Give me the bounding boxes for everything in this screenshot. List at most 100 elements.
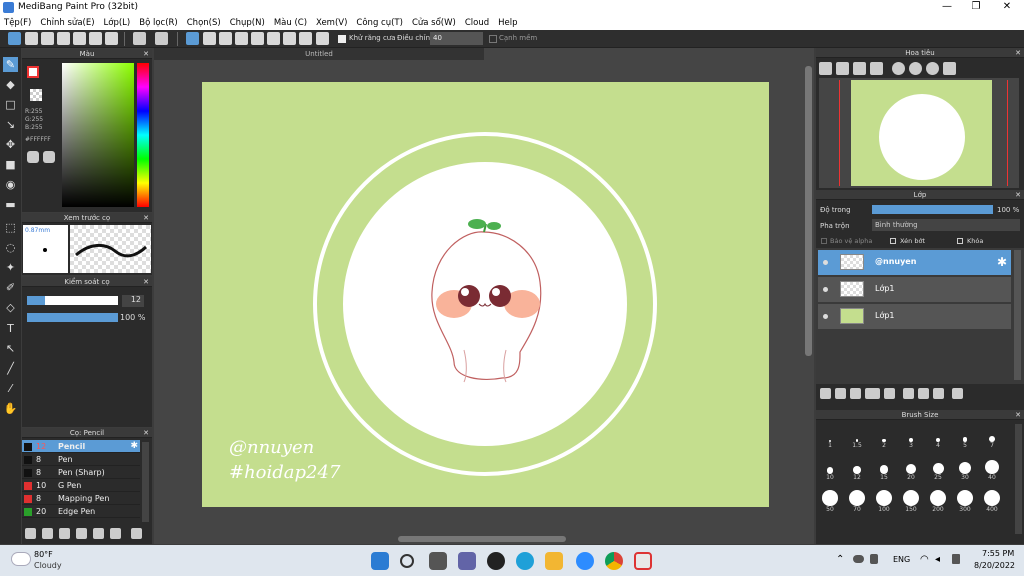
close-button[interactable]: ✕ bbox=[992, 1, 1022, 15]
gear-icon[interactable]: ✱ bbox=[997, 255, 1007, 269]
brush-list-item[interactable]: 8 Pen (Sharp) bbox=[22, 466, 140, 479]
antialias-checkbox[interactable] bbox=[338, 35, 346, 43]
power-icon[interactable] bbox=[952, 554, 960, 564]
medibang-icon[interactable] bbox=[634, 552, 652, 570]
brush-size-option[interactable]: 20 bbox=[898, 456, 924, 481]
brush-size-slider[interactable] bbox=[27, 296, 118, 305]
close-icon[interactable]: ✕ bbox=[1015, 410, 1021, 420]
visibility-icon[interactable] bbox=[823, 260, 828, 265]
language-indicator[interactable]: ENG bbox=[893, 555, 910, 564]
brush-list-item[interactable]: 8 Pen bbox=[22, 453, 140, 466]
protect-alpha-checkbox[interactable] bbox=[821, 238, 827, 244]
menu-help[interactable]: Help bbox=[498, 18, 517, 28]
eraser-tool-icon[interactable]: ◆ bbox=[3, 77, 18, 92]
brush-size-option[interactable]: 30 bbox=[952, 456, 978, 481]
brush-list-item[interactable]: 10 G Pen bbox=[22, 479, 140, 492]
zoom-actual-icon[interactable] bbox=[853, 62, 866, 75]
weather-desc[interactable]: Cloudy bbox=[34, 561, 62, 570]
rotate-right-icon[interactable] bbox=[926, 62, 939, 75]
gear-icon[interactable]: ✱ bbox=[130, 441, 138, 451]
close-icon[interactable]: ✕ bbox=[143, 277, 149, 287]
comment-icon[interactable] bbox=[57, 32, 70, 45]
hand-tool-icon[interactable]: ✋ bbox=[3, 401, 18, 416]
gradient-tool-icon[interactable]: ▬ bbox=[3, 197, 18, 212]
brush-size-option[interactable]: 25 bbox=[925, 456, 951, 481]
new-8bit-layer-icon[interactable] bbox=[850, 388, 861, 399]
menu-color[interactable]: Màu (C) bbox=[274, 18, 307, 28]
cloud-brush-icon[interactable] bbox=[25, 528, 36, 539]
menu-cloud[interactable]: Cloud bbox=[465, 18, 489, 28]
new-layer-icon[interactable] bbox=[820, 388, 831, 399]
menu-tools[interactable]: Công cụ(T) bbox=[356, 18, 403, 28]
bucket-tool-icon[interactable]: ◉ bbox=[3, 177, 18, 192]
onedrive-icon[interactable] bbox=[853, 555, 864, 563]
grid-icon[interactable] bbox=[89, 32, 102, 45]
teams-icon[interactable] bbox=[458, 552, 476, 570]
layer-opacity-slider[interactable] bbox=[872, 205, 993, 214]
close-icon[interactable]: ✕ bbox=[1015, 48, 1021, 58]
merge-layer-icon[interactable] bbox=[918, 388, 929, 399]
new-halftone-layer-icon[interactable] bbox=[835, 388, 846, 399]
brush-size-option[interactable]: 300 bbox=[952, 488, 978, 513]
add-layer-dropdown-icon[interactable] bbox=[865, 388, 880, 399]
page-icon[interactable] bbox=[73, 32, 86, 45]
share-icon[interactable] bbox=[25, 32, 38, 45]
zoom-out-icon[interactable] bbox=[870, 62, 883, 75]
chrome-icon[interactable] bbox=[605, 552, 623, 570]
snap-radial-icon[interactable] bbox=[235, 32, 248, 45]
canvas-vertical-scrollbar[interactable] bbox=[805, 66, 812, 356]
trash-icon[interactable] bbox=[131, 528, 142, 539]
adjust-select[interactable]: 40 bbox=[430, 32, 483, 45]
cloud-icon[interactable] bbox=[8, 32, 21, 45]
duplicate-icon[interactable] bbox=[110, 528, 121, 539]
folder-icon[interactable] bbox=[884, 388, 895, 399]
battery-icon[interactable] bbox=[870, 554, 878, 564]
folder-icon[interactable] bbox=[93, 528, 104, 539]
navigator-preview[interactable] bbox=[819, 78, 1019, 188]
menu-file[interactable]: Tệp(F) bbox=[4, 18, 31, 28]
line-tool-icon[interactable]: ↘ bbox=[3, 117, 18, 132]
layer-row[interactable]: Lớp1 bbox=[818, 277, 1011, 302]
snap-grid-icon[interactable] bbox=[219, 32, 232, 45]
import-brush-icon[interactable] bbox=[76, 528, 87, 539]
brush-list-item[interactable]: 20 Edge Pen bbox=[22, 505, 140, 518]
rect-tool-icon[interactable]: □ bbox=[3, 97, 18, 112]
select-pen-icon[interactable]: ✐ bbox=[3, 280, 18, 295]
rotate-reset-icon[interactable] bbox=[909, 62, 922, 75]
brush-size-option[interactable]: 15 bbox=[871, 456, 897, 481]
layer-list-scrollbar[interactable] bbox=[1014, 250, 1021, 380]
task-view-icon[interactable] bbox=[429, 552, 447, 570]
file-explorer-icon[interactable] bbox=[545, 552, 563, 570]
zoom-in-icon[interactable] bbox=[819, 62, 832, 75]
divide-tool-icon[interactable]: ╱ bbox=[3, 361, 18, 376]
minimize-button[interactable]: — bbox=[932, 1, 962, 15]
zoom-fit-icon[interactable] bbox=[836, 62, 849, 75]
eyedropper-icon[interactable]: ⁄ bbox=[3, 381, 18, 396]
close-icon[interactable]: ✕ bbox=[143, 213, 149, 223]
layer-row[interactable]: @nnuyen ✱ bbox=[818, 250, 1011, 275]
saturation-value-picker[interactable] bbox=[62, 63, 134, 207]
lasso-tool-icon[interactable]: ◌ bbox=[3, 240, 18, 255]
new-brush-icon[interactable] bbox=[42, 528, 53, 539]
visibility-icon[interactable] bbox=[823, 287, 828, 292]
trash-icon[interactable] bbox=[952, 388, 963, 399]
clock-date[interactable]: 8/20/2022 bbox=[974, 561, 1015, 570]
close-icon[interactable]: ✕ bbox=[1015, 190, 1021, 200]
snap-settings-icon[interactable] bbox=[316, 32, 329, 45]
operation-tool-icon[interactable]: ↖ bbox=[3, 341, 18, 356]
brush-size-option[interactable]: 1.5 bbox=[844, 424, 870, 449]
brush-size-option[interactable]: 7 bbox=[979, 424, 1005, 449]
chevron-up-icon[interactable]: ⌃ bbox=[836, 554, 844, 565]
document-tab[interactable]: Untitled bbox=[154, 48, 484, 60]
brush-size-option[interactable]: 40 bbox=[979, 456, 1005, 481]
menu-select[interactable]: Chọn(S) bbox=[187, 18, 221, 28]
export-icon[interactable] bbox=[105, 32, 118, 45]
brush-size-option[interactable]: 4 bbox=[925, 424, 951, 449]
brush-settings-icon[interactable] bbox=[59, 528, 70, 539]
brush-size-option[interactable]: 12 bbox=[844, 456, 870, 481]
select-tool-icon[interactable]: ⬚ bbox=[3, 220, 18, 235]
menu-snap[interactable]: Chụp(N) bbox=[230, 18, 265, 28]
menu-edit[interactable]: Chỉnh sửa(E) bbox=[40, 18, 94, 28]
dell-icon[interactable] bbox=[487, 552, 505, 570]
brush-opacity-slider[interactable] bbox=[27, 313, 118, 322]
